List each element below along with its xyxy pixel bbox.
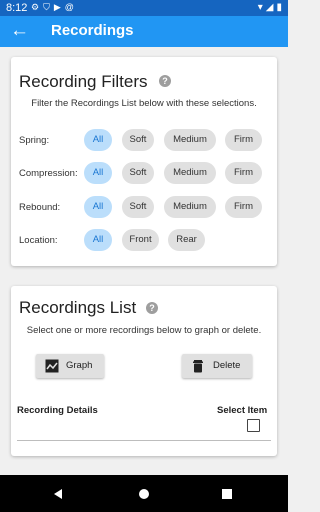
filters-subtitle: Filter the Recordings List below with th… [31, 98, 257, 109]
select-all-checkbox[interactable] [247, 419, 260, 432]
rebound-chip-soft[interactable]: Soft [122, 196, 154, 218]
page-title: Recordings [51, 22, 134, 39]
status-time: 8:12 [6, 2, 28, 14]
graph-button[interactable]: Graph [36, 354, 104, 378]
nav-back-icon[interactable] [54, 489, 62, 499]
back-arrow-icon[interactable]: ← [10, 19, 29, 43]
filters-title: Recording Filters [19, 72, 148, 91]
column-select-item: Select Item [217, 405, 268, 416]
filters-help-icon[interactable]: ? [159, 75, 171, 87]
spring-chip-soft[interactable]: Soft [122, 129, 154, 151]
spring-label: Spring: [19, 135, 50, 146]
delete-button-label: Delete [213, 360, 241, 371]
wifi-icon: ▾ [257, 2, 263, 13]
rebound-chip-firm[interactable]: Firm [225, 196, 262, 218]
signal-icon: ◢ [265, 2, 274, 13]
compression-chip-firm[interactable]: Firm [225, 162, 262, 184]
settings-icon: ⚙ [31, 2, 40, 12]
status-icons: ⚙ ⛉ ▶ @ [31, 2, 74, 13]
location-chip-rear[interactable]: Rear [168, 229, 205, 251]
compression-chip-all[interactable]: All [84, 162, 112, 184]
rebound-chip-medium[interactable]: Medium [164, 196, 216, 218]
graph-button-label: Graph [66, 360, 93, 371]
delete-button[interactable]: Delete [182, 354, 252, 378]
column-recording-details: Recording Details [17, 405, 98, 416]
rebound-label: Rebound: [19, 202, 61, 213]
graph-icon [45, 359, 59, 373]
navigation-bar [0, 475, 288, 512]
compression-chip-medium[interactable]: Medium [164, 162, 216, 184]
filters-card: Recording Filters ? Filter the Recording… [11, 57, 277, 266]
shield-icon: ⛉ [43, 2, 50, 12]
table-divider [17, 440, 271, 441]
play-protect-icon: ▶ [53, 2, 61, 12]
location-label: Location: [19, 235, 58, 246]
at-sign-icon: @ [64, 2, 74, 12]
rebound-chip-all[interactable]: All [84, 196, 112, 218]
recordings-subtitle: Select one or more recordings below to g… [26, 325, 262, 336]
status-bar: 8:12 ⚙ ⛉ ▶ @ ▾ ◢ ▮ [0, 0, 288, 16]
spring-chip-firm[interactable]: Firm [225, 129, 262, 151]
app-bar: ← Recordings [0, 16, 288, 47]
recordings-help-icon[interactable]: ? [146, 302, 158, 314]
compression-chip-soft[interactable]: Soft [122, 162, 154, 184]
battery-icon: ▮ [276, 2, 282, 13]
system-icons: ▾ ◢ ▮ [258, 2, 282, 13]
location-chip-front[interactable]: Front [122, 229, 159, 251]
spring-chip-medium[interactable]: Medium [164, 129, 216, 151]
recordings-card: Recordings List ? Select one or more rec… [11, 286, 277, 456]
spring-chip-all[interactable]: All [84, 129, 112, 151]
location-chip-all[interactable]: All [84, 229, 112, 251]
compression-label: Compression: [19, 168, 78, 179]
nav-home-icon[interactable] [139, 489, 149, 499]
nav-recents-icon[interactable] [222, 489, 232, 499]
recordings-title: Recordings List [19, 298, 137, 317]
trash-icon [193, 360, 203, 373]
